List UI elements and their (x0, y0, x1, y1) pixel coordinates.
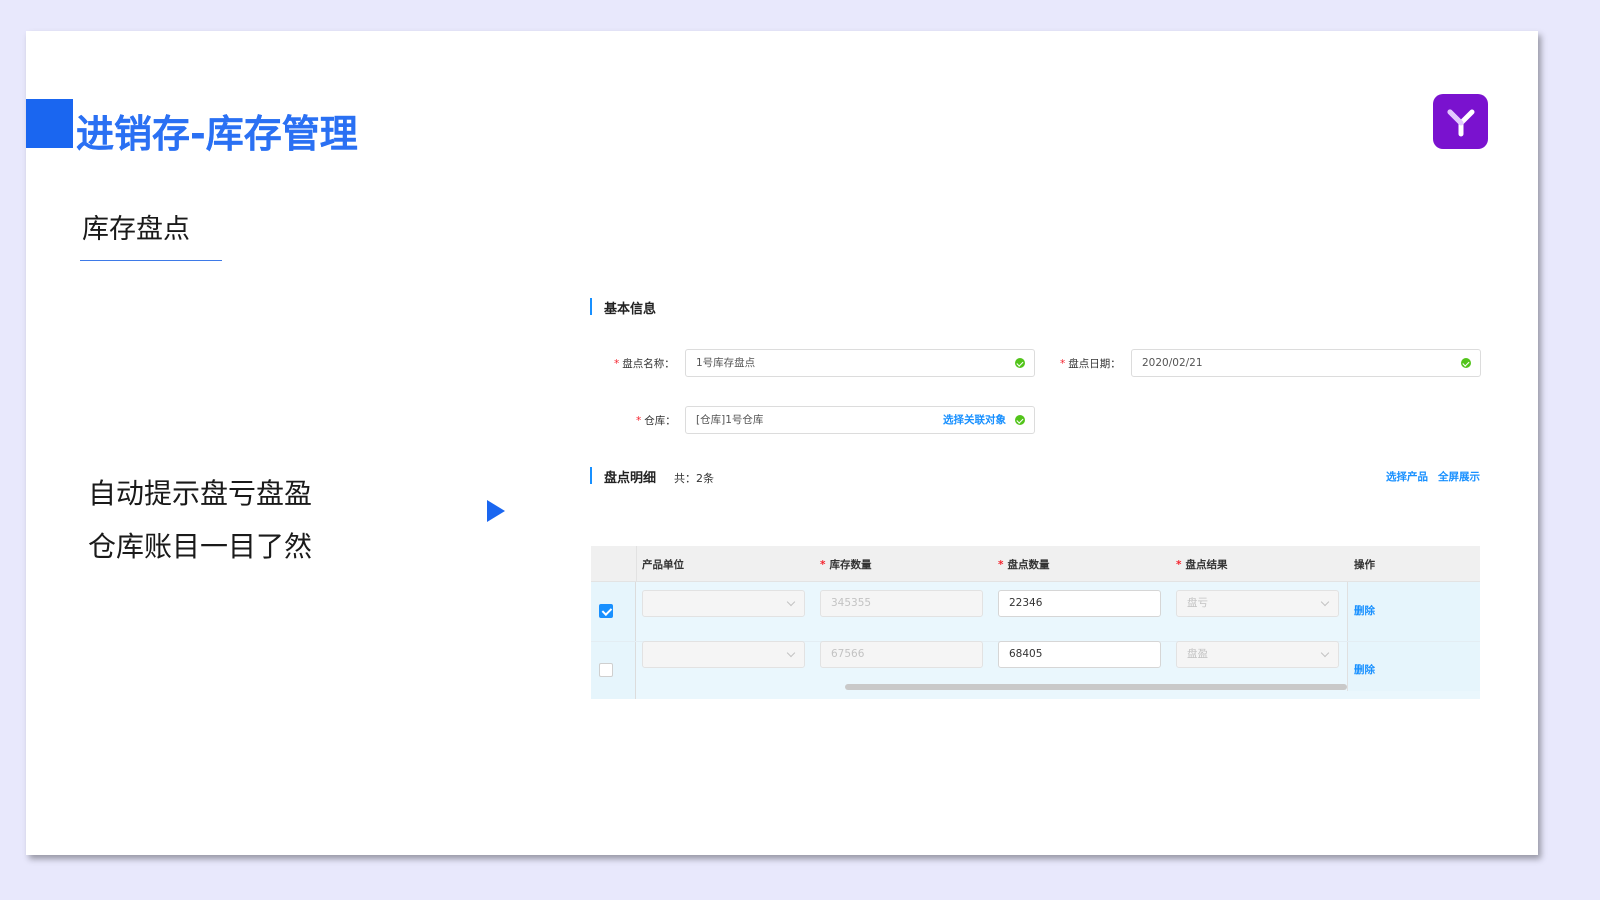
warehouse-label: * 仓库： (636, 415, 676, 427)
name-label: * 盘点名称： (614, 358, 675, 370)
inventory-form: 基本信息 * 盘点名称： 1号库存盘点 * 盘点日期： 2020/02/21 * 仓库… (590, 293, 1482, 699)
section-underline (80, 260, 222, 261)
date-input[interactable]: 2020/02/21 (1131, 349, 1481, 377)
result-select: 盘盈 (1176, 641, 1339, 668)
unit-select[interactable] (642, 641, 805, 668)
row-count: 共：2条 (674, 472, 714, 485)
play-arrow-icon (487, 500, 505, 522)
basic-info-title: 基本信息 (604, 302, 657, 317)
column-divider (636, 546, 637, 582)
stock-field: 345355 (820, 590, 983, 617)
group-accent-bar (590, 298, 592, 315)
delete-link[interactable]: 删除 (1354, 662, 1375, 677)
warehouse-input[interactable]: [仓库]1号仓库 选择关联对象 (685, 406, 1035, 434)
column-header-action: 操作 (1354, 559, 1375, 571)
column-header-stock: * 库存数量 (820, 559, 872, 571)
valid-check-icon (1461, 358, 1471, 368)
chevron-down-icon (786, 648, 796, 658)
count-input[interactable]: 68405 (998, 641, 1161, 668)
column-header-unit: 产品单位 (642, 559, 684, 571)
horizontal-scrollbar[interactable] (845, 684, 1347, 690)
name-input[interactable]: 1号库存盘点 (685, 349, 1035, 377)
slide: 进销存-库存管理 库存盘点 自动提示盘亏盘盈 仓库账目一目了然 基本信息 * 盘点… (26, 31, 1538, 855)
description-line-2: 仓库账目一目了然 (88, 530, 313, 563)
row-checkbox[interactable] (599, 604, 613, 618)
page-title: 进销存-库存管理 (76, 103, 358, 158)
column-header-result: * 盘点结果 (1176, 559, 1228, 571)
detail-table: 产品单位 * 库存数量 * 盘点数量 * 盘点结果 操作 345355 22346 盘… (591, 546, 1480, 699)
app-logo (1433, 94, 1488, 149)
detail-title: 盘点明细 (604, 471, 657, 486)
group-accent-bar (590, 467, 592, 484)
select-product-link[interactable]: 选择产品 (1386, 469, 1428, 484)
valid-check-icon (1015, 358, 1025, 368)
description-line-1: 自动提示盘亏盘盈 (88, 477, 313, 510)
chevron-down-icon (1320, 648, 1330, 658)
valid-check-icon (1015, 415, 1025, 425)
stock-field: 67566 (820, 641, 983, 668)
column-header-count: * 盘点数量 (998, 559, 1050, 571)
unit-select[interactable] (642, 590, 805, 617)
table-header: 产品单位 * 库存数量 * 盘点数量 * 盘点结果 操作 (591, 546, 1480, 582)
title-accent-bar (26, 99, 73, 148)
date-label: * 盘点日期： (1060, 358, 1121, 370)
chevron-down-icon (786, 597, 796, 607)
chevron-down-icon (1320, 597, 1330, 607)
section-title: 库存盘点 (82, 214, 190, 245)
result-select: 盘亏 (1176, 590, 1339, 617)
select-related-link[interactable]: 选择关联对象 (943, 407, 1006, 433)
count-input[interactable]: 22346 (998, 590, 1161, 617)
delete-link[interactable]: 删除 (1354, 603, 1375, 618)
row-checkbox[interactable] (599, 663, 613, 677)
fullscreen-link[interactable]: 全屏展示 (1438, 469, 1480, 484)
y-logo-icon (1447, 109, 1474, 136)
